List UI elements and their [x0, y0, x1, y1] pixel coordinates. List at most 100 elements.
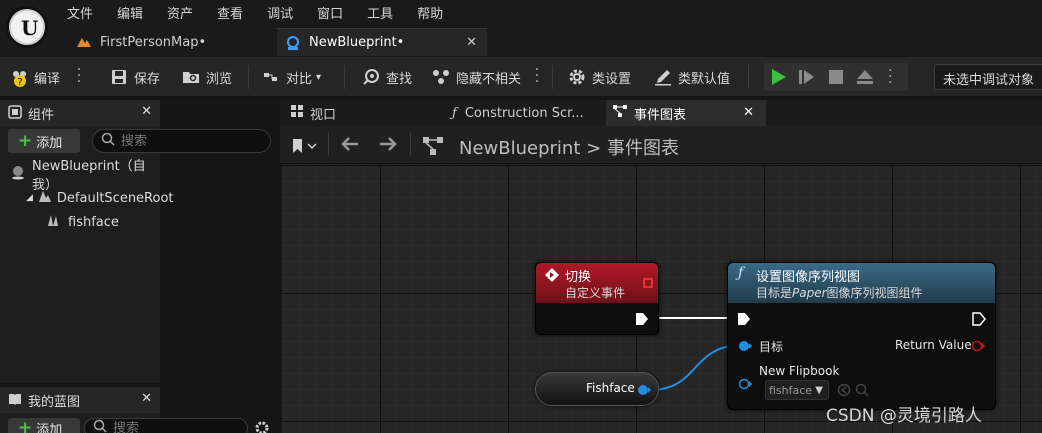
exec-out-pin-icon[interactable] [972, 312, 986, 329]
tree-item-scene-root[interactable]: ◢ DefaultSceneRoot [26, 187, 174, 209]
tree-item-fishface[interactable]: fishface [46, 211, 119, 233]
eject-icon[interactable] [856, 69, 874, 88]
forward-arrow-icon[interactable] [378, 136, 398, 155]
menu-tools[interactable]: 工具 [367, 3, 405, 22]
tree-item-self[interactable]: NewBlueprint（自我） [10, 159, 160, 193]
add-component-button[interactable]: + 添加 [8, 129, 80, 153]
gear-icon[interactable] [254, 420, 270, 433]
save-button[interactable]: 保存 [110, 57, 160, 97]
close-icon[interactable]: ✕ [743, 105, 754, 120]
play-options-icon[interactable]: · · · [888, 64, 892, 90]
menu-view[interactable]: 查看 [217, 3, 255, 22]
components-header: 组件 ✕ [0, 100, 160, 126]
viewport-grid-icon [290, 104, 304, 122]
my-blueprint-header: 我的蓝图 ✕ [0, 387, 160, 413]
chevron-down-icon: ▼ [815, 384, 823, 396]
node-subtitle: 自定义事件 [565, 286, 626, 300]
breadcrumb-current[interactable]: 事件图表 [607, 138, 679, 159]
compile-warning-icon: ? [10, 68, 28, 88]
breadcrumb: NewBlueprint > 事件图表 [459, 134, 679, 160]
separator [328, 132, 329, 156]
flipbook-component-icon [46, 212, 62, 232]
separator [552, 65, 553, 89]
unreal-logo-icon[interactable]: U [6, 6, 48, 48]
return-value-pin-icon[interactable] [971, 340, 985, 355]
toolbar: ? 编译 · · · 保存 浏览 对比 ▾ 查找 隐藏不相关 · · · 类设置… [0, 57, 1042, 97]
dropdown-value: fishface [769, 383, 813, 397]
exec-in-pin-icon[interactable] [737, 312, 751, 329]
separator [344, 65, 345, 89]
svg-text:?: ? [17, 77, 22, 88]
variable-label: Fishface [586, 381, 635, 395]
fishface-getter-node[interactable]: Fishface [535, 372, 659, 406]
output-pin-icon[interactable] [637, 384, 651, 399]
play-controls: · · · [764, 63, 908, 91]
flipbook-dropdown[interactable]: fishface ▼ [765, 380, 829, 400]
node-title: 设置图像序列视图 [756, 270, 861, 285]
custom-event-node[interactable]: 切换 自定义事件 [535, 262, 659, 335]
class-settings-button[interactable]: 类设置 [568, 57, 631, 97]
menu-file[interactable]: 文件 [67, 3, 105, 22]
hide-unrelated-button[interactable]: 隐藏不相关 [432, 57, 521, 97]
search-input[interactable] [113, 420, 233, 433]
book-icon [8, 393, 22, 408]
menu-edit[interactable]: 编辑 [117, 3, 155, 22]
delegate-pin-icon[interactable] [643, 277, 653, 291]
node-title: 切换 [565, 270, 592, 285]
plus-icon: + [18, 131, 33, 151]
menu-asset[interactable]: 资产 [167, 3, 205, 22]
function-icon: ƒ [738, 265, 744, 281]
browse-asset-search-icon[interactable] [855, 383, 869, 400]
menu-window[interactable]: 窗口 [317, 3, 355, 22]
breadcrumb-root[interactable]: NewBlueprint [459, 138, 580, 159]
edit-pencil-icon [654, 68, 672, 86]
diff-button[interactable]: 对比 ▾ [262, 57, 321, 97]
browse-button[interactable]: 浏览 [182, 57, 232, 97]
components-panel-icon [8, 104, 22, 122]
blueprint-icon [285, 35, 301, 51]
class-defaults-button[interactable]: 类默认值 [654, 57, 730, 97]
diff-icon [262, 68, 280, 86]
find-icon [362, 68, 380, 86]
separator [410, 132, 411, 156]
close-icon[interactable]: ✕ [466, 35, 477, 50]
title-bar: U 文件 编辑 资产 查看 调试 窗口 工具 帮助 FirstPersonMap… [0, 0, 1042, 56]
flipbook-pin-icon[interactable] [738, 378, 752, 393]
components-search[interactable] [92, 129, 271, 153]
tab-event-graph[interactable]: 事件图表 ✕ [606, 100, 766, 126]
compile-button[interactable]: ? 编译 [10, 57, 60, 97]
tab-viewport[interactable]: 视口 [286, 100, 446, 126]
tab-new-blueprint[interactable]: NewBlueprint• ✕ [277, 28, 487, 56]
close-icon[interactable]: ✕ [141, 104, 152, 119]
expand-arrow-icon[interactable]: ◢ [26, 193, 33, 203]
close-icon[interactable]: ✕ [141, 391, 152, 406]
pin-label-target: 目标 [759, 340, 784, 354]
back-arrow-icon[interactable] [340, 136, 360, 155]
search-input[interactable] [121, 133, 241, 149]
play-icon[interactable] [770, 67, 788, 90]
tab-first-person-map[interactable]: FirstPersonMap• [64, 28, 274, 56]
node-subtitle: 目标是Paper图像序列视图组件 [756, 286, 923, 300]
tab-label: FirstPersonMap• [100, 34, 207, 50]
menu-debug[interactable]: 调试 [267, 3, 305, 22]
menu-help[interactable]: 帮助 [417, 3, 455, 22]
compile-options-icon[interactable]: · · · [76, 63, 82, 89]
target-pin-icon[interactable] [738, 340, 752, 355]
watermark-text: CSDN @灵境引路人 [826, 406, 982, 426]
more-options-icon[interactable]: · · · [534, 63, 540, 89]
stop-icon[interactable] [828, 69, 844, 88]
event-graph-icon [422, 136, 444, 159]
exec-out-pin-icon[interactable] [635, 312, 649, 329]
level-map-icon [76, 34, 92, 50]
debug-target-select[interactable]: 未选中调试对象 [934, 64, 1042, 90]
menu-bar: 文件 编辑 资产 查看 调试 窗口 工具 帮助 [67, 3, 467, 22]
find-button[interactable]: 查找 [362, 57, 412, 97]
add-variable-button[interactable]: + 添加 [8, 418, 80, 433]
graph-tab-bar: 视口 ƒ Construction Scr... 事件图表 ✕ [280, 100, 1042, 126]
step-forward-icon[interactable] [798, 68, 816, 89]
bookmark-icon[interactable] [292, 138, 320, 157]
use-selected-asset-icon[interactable] [837, 383, 851, 400]
actor-icon [10, 164, 26, 184]
tab-construction-script[interactable]: ƒ Construction Scr... [452, 100, 602, 126]
my-blueprint-search[interactable] [84, 418, 248, 433]
